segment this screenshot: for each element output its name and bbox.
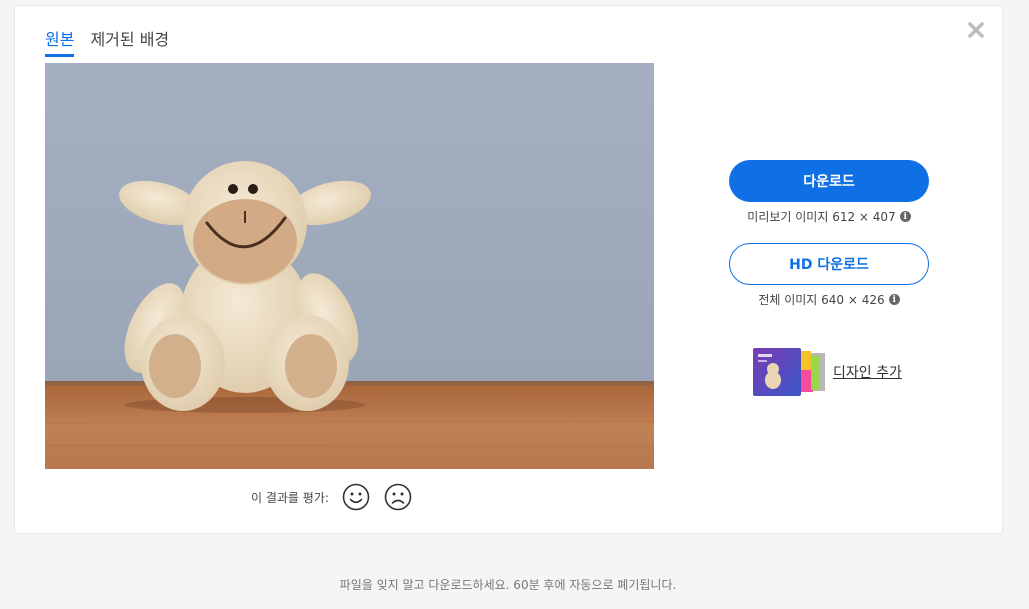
add-design-link[interactable]: 디자인 추가 (833, 362, 902, 382)
info-icon[interactable]: i (899, 211, 911, 222)
tab-original[interactable]: 원본 (45, 26, 75, 57)
add-design[interactable]: 디자인 추가 (753, 348, 902, 396)
footer-notice: 파일을 잊지 말고 다운로드하세요. 60분 후에 자동으로 폐기됩니다. (339, 578, 677, 592)
rating-bar: 이 결과를 평가: (251, 482, 413, 512)
full-size-text: 전체 이미지 640 × 426 (758, 293, 885, 307)
close-icon[interactable] (966, 20, 986, 40)
info-icon[interactable]: i (888, 294, 900, 305)
image-tabs: 원본 제거된 배경 (45, 26, 169, 57)
preview-size-info: 미리보기 이미지 612 × 407 i (729, 208, 929, 225)
rating-prompt: 이 결과를 평가: (251, 490, 329, 505)
preview-size-text: 미리보기 이미지 612 × 407 (747, 210, 896, 224)
frown-icon[interactable] (383, 482, 413, 512)
design-thumbnail (753, 348, 825, 396)
smile-icon[interactable] (341, 482, 371, 512)
hd-download-button[interactable]: HD 다운로드 (729, 243, 929, 285)
tab-removed-background[interactable]: 제거된 배경 (90, 26, 169, 57)
download-button[interactable]: 다운로드 (729, 160, 929, 202)
result-card: 원본 제거된 배경 이 결과를 평가: 다운로드 미리보기 이미지 612 × … (14, 5, 1003, 534)
full-size-info: 전체 이미지 640 × 426 i (729, 291, 929, 308)
preview-image (45, 63, 654, 469)
